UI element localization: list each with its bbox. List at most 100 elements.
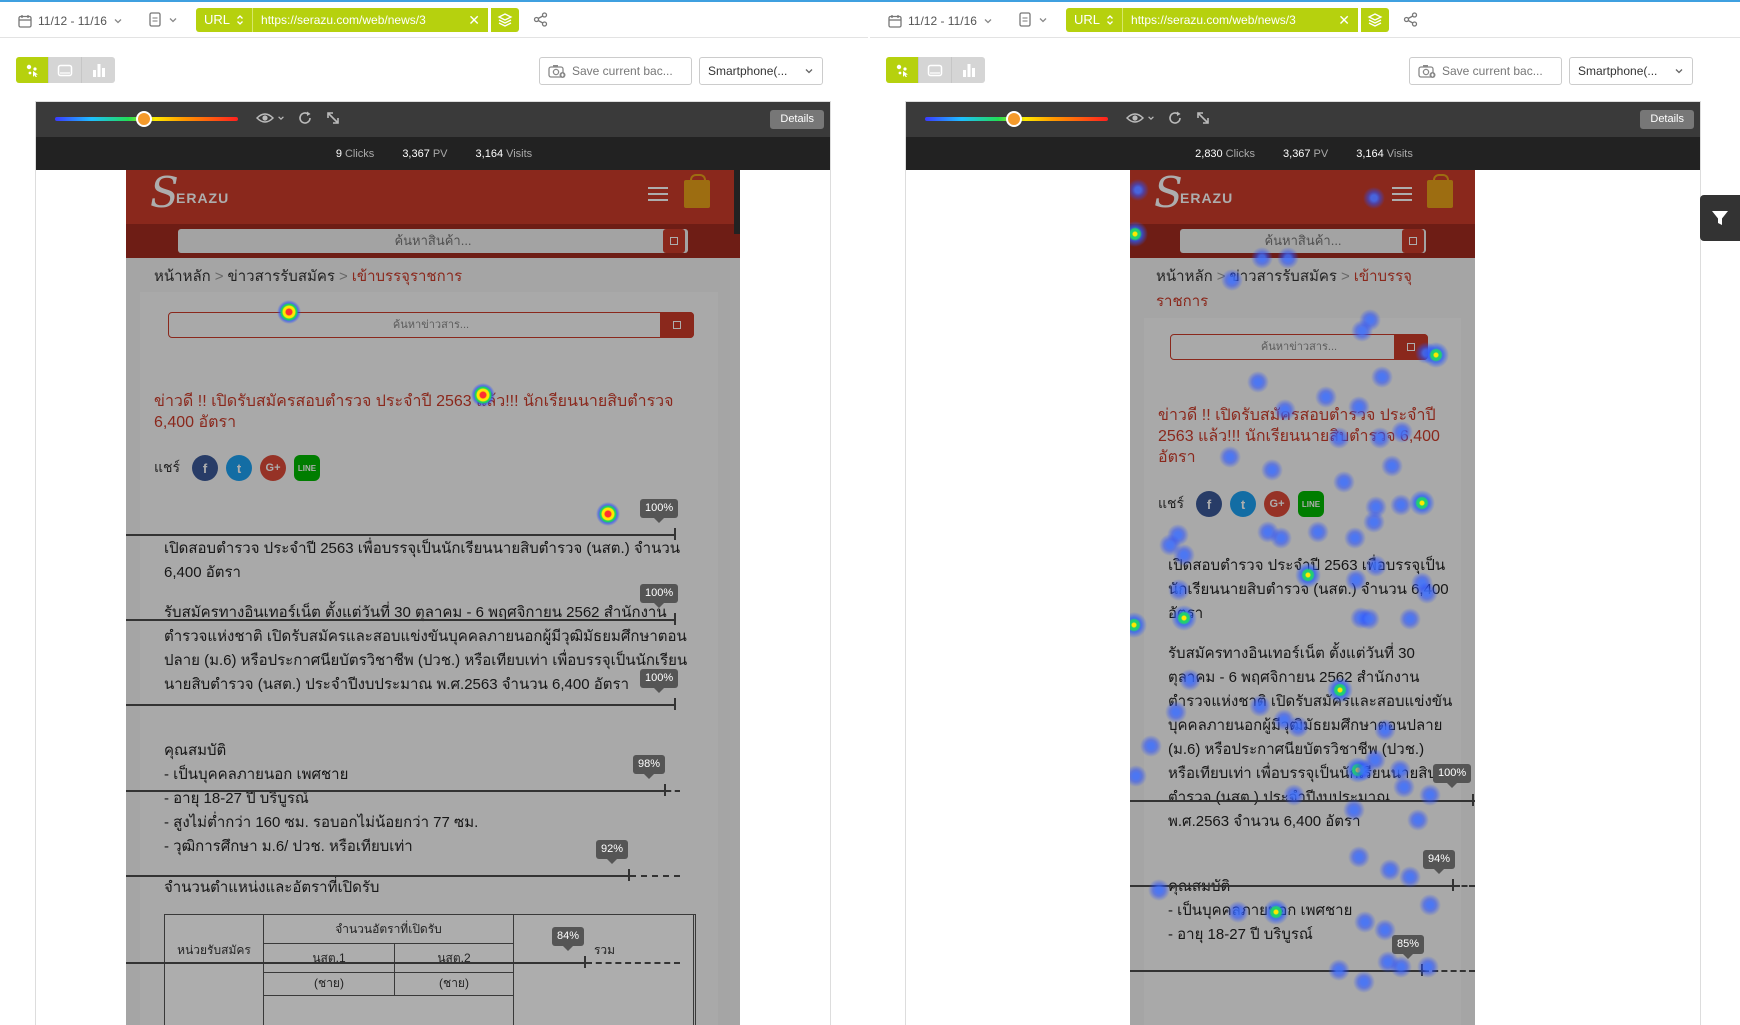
breadcrumb-home[interactable]: หน้าหลัก: [154, 268, 211, 285]
cart-icon[interactable]: [684, 174, 710, 208]
googleplus-icon[interactable]: G+: [1264, 491, 1291, 517]
save-background-button[interactable]: Save current bac...: [1409, 57, 1562, 85]
news-search-button[interactable]: [1394, 334, 1428, 360]
expand-icon[interactable]: [1195, 110, 1211, 126]
product-search-input[interactable]: ค้นหาสินค้า...: [178, 229, 688, 253]
intensity-slider-handle[interactable]: [136, 111, 152, 127]
page-selector[interactable]: [148, 12, 178, 27]
site-scrollbar[interactable]: [734, 170, 740, 234]
layers-button[interactable]: [1361, 8, 1390, 32]
document-icon: [149, 12, 161, 27]
share-button[interactable]: [1403, 12, 1418, 32]
facebook-icon[interactable]: f: [1196, 491, 1223, 517]
breadcrumb-news[interactable]: ข่าวสารรับสมัคร: [228, 268, 335, 285]
facebook-icon[interactable]: f: [192, 455, 219, 481]
breadcrumb-separator: >: [1340, 268, 1350, 285]
expand-icon[interactable]: [325, 110, 341, 126]
scroll-reach-label: 100%: [640, 584, 679, 608]
scroll-reach-label: 100%: [640, 669, 679, 693]
device-view-button[interactable]: [49, 57, 82, 83]
refresh-icon[interactable]: [1167, 110, 1183, 126]
url-input[interactable]: https://serazu.com/web/news/3 ✕: [252, 8, 489, 32]
scroll-line: [126, 704, 676, 706]
layers-icon: [1367, 13, 1383, 27]
table-header-unit: หน่วยรับสมัคร: [164, 914, 264, 1025]
date-range-selector[interactable]: 11/12 - 11/16: [18, 12, 129, 30]
twitter-icon[interactable]: t: [1230, 491, 1257, 517]
chart-view-button[interactable]: [952, 57, 985, 83]
table-header-count: จำนวนอัตราที่เปิดรับ: [263, 914, 514, 944]
scroll-line-gap: [1423, 970, 1475, 972]
click-heatmap-button[interactable]: [886, 57, 919, 83]
device-select[interactable]: Smartphone(...: [699, 57, 823, 85]
scroll-line-tick: [664, 784, 666, 796]
scroll-line: [1130, 885, 1454, 887]
cart-icon[interactable]: [1427, 174, 1453, 208]
scroll-line: [126, 619, 676, 621]
pv-label: PV: [1313, 147, 1329, 160]
share-button[interactable]: [533, 12, 548, 32]
clear-url-icon[interactable]: ✕: [1338, 12, 1350, 29]
table-header-sum: รวม: [513, 914, 696, 1025]
visibility-toggle[interactable]: [1126, 112, 1155, 124]
page-selector[interactable]: [1018, 12, 1048, 27]
url-mode-select[interactable]: URL: [196, 8, 253, 32]
refresh-icon[interactable]: [297, 110, 313, 126]
visits-stat: 3,164 Visits: [1356, 148, 1413, 160]
clear-url-icon[interactable]: ✕: [468, 12, 480, 29]
twitter-icon[interactable]: t: [226, 455, 253, 481]
save-background-label: Save current bac...: [1442, 64, 1543, 78]
device-select[interactable]: Smartphone(...: [1569, 57, 1693, 85]
url-filter-group: URL https://serazu.com/web/news/3 ✕: [196, 8, 520, 32]
visits-value: 3,164: [475, 147, 504, 160]
qualifications-title: คุณสมบัติ: [164, 742, 227, 759]
layers-button[interactable]: [491, 8, 520, 32]
clicks-stat: 2,830 Clicks: [1195, 148, 1255, 160]
menu-icon[interactable]: [648, 187, 668, 205]
news-search-input[interactable]: ค้นหาข่าวสาร...: [168, 312, 694, 338]
left-heatmap-pane: 11/12 - 11/16 URL https://serazu.com/web…: [0, 2, 868, 1025]
scroll-line-gap: [666, 790, 680, 792]
share-label: แชร์: [1158, 495, 1185, 511]
site-search-bar: ค้นหาสินค้า...: [1130, 224, 1475, 258]
url-mode-label: URL: [204, 12, 231, 27]
news-search-input[interactable]: ค้นหาข่าวสาร...: [1170, 334, 1428, 360]
chevron-down-icon: [805, 69, 813, 74]
googleplus-icon[interactable]: G+: [260, 455, 287, 481]
chevron-down-icon: [1148, 116, 1154, 121]
scroll-line-tick: [1472, 794, 1474, 806]
breadcrumb-home[interactable]: หน้าหลัก: [1156, 268, 1213, 285]
click-heatmap-button[interactable]: [16, 57, 49, 83]
menu-icon[interactable]: [1392, 187, 1412, 205]
chevron-down-icon: [1675, 69, 1683, 74]
intensity-slider-handle[interactable]: [1006, 111, 1022, 127]
visibility-toggle[interactable]: [256, 112, 285, 124]
filter-panel-button[interactable]: [1700, 195, 1740, 241]
product-search-input[interactable]: ค้นหาสินค้า...: [1180, 229, 1426, 253]
product-search-button[interactable]: [1402, 229, 1424, 253]
scroll-line: [126, 875, 630, 877]
breadcrumb-news[interactable]: ข่าวสารรับสมัคร: [1230, 268, 1337, 285]
calendar-icon: [888, 15, 902, 28]
save-background-button[interactable]: Save current bac...: [539, 57, 692, 85]
clicks-value: 2,830: [1195, 147, 1223, 160]
url-input[interactable]: https://serazu.com/web/news/3 ✕: [1122, 8, 1359, 32]
line-icon[interactable]: LINE: [294, 455, 321, 481]
scroll-line: [1130, 800, 1475, 802]
details-button[interactable]: Details: [770, 110, 824, 129]
scroll-line-gap: [586, 962, 680, 964]
positions-table: หน่วยรับสมัคร จำนวนอัตราที่เปิดรับ นสต.1…: [164, 914, 696, 1025]
date-range-selector[interactable]: 11/12 - 11/16: [888, 12, 999, 30]
line-icon[interactable]: LINE: [1298, 491, 1325, 517]
table-header-n1: นสต.1: [263, 943, 395, 973]
url-mode-select[interactable]: URL: [1066, 8, 1123, 32]
product-search-button[interactable]: [663, 229, 685, 253]
chart-view-button[interactable]: [82, 57, 115, 83]
details-button[interactable]: Details: [1640, 110, 1694, 129]
news-search-button[interactable]: [660, 312, 694, 338]
site-logo-mark: S: [1154, 170, 1183, 217]
device-select-value: Smartphone(...: [708, 64, 788, 78]
calendar-icon: [18, 15, 32, 28]
breadcrumb-separator: >: [338, 268, 348, 285]
device-view-button[interactable]: [919, 57, 952, 83]
